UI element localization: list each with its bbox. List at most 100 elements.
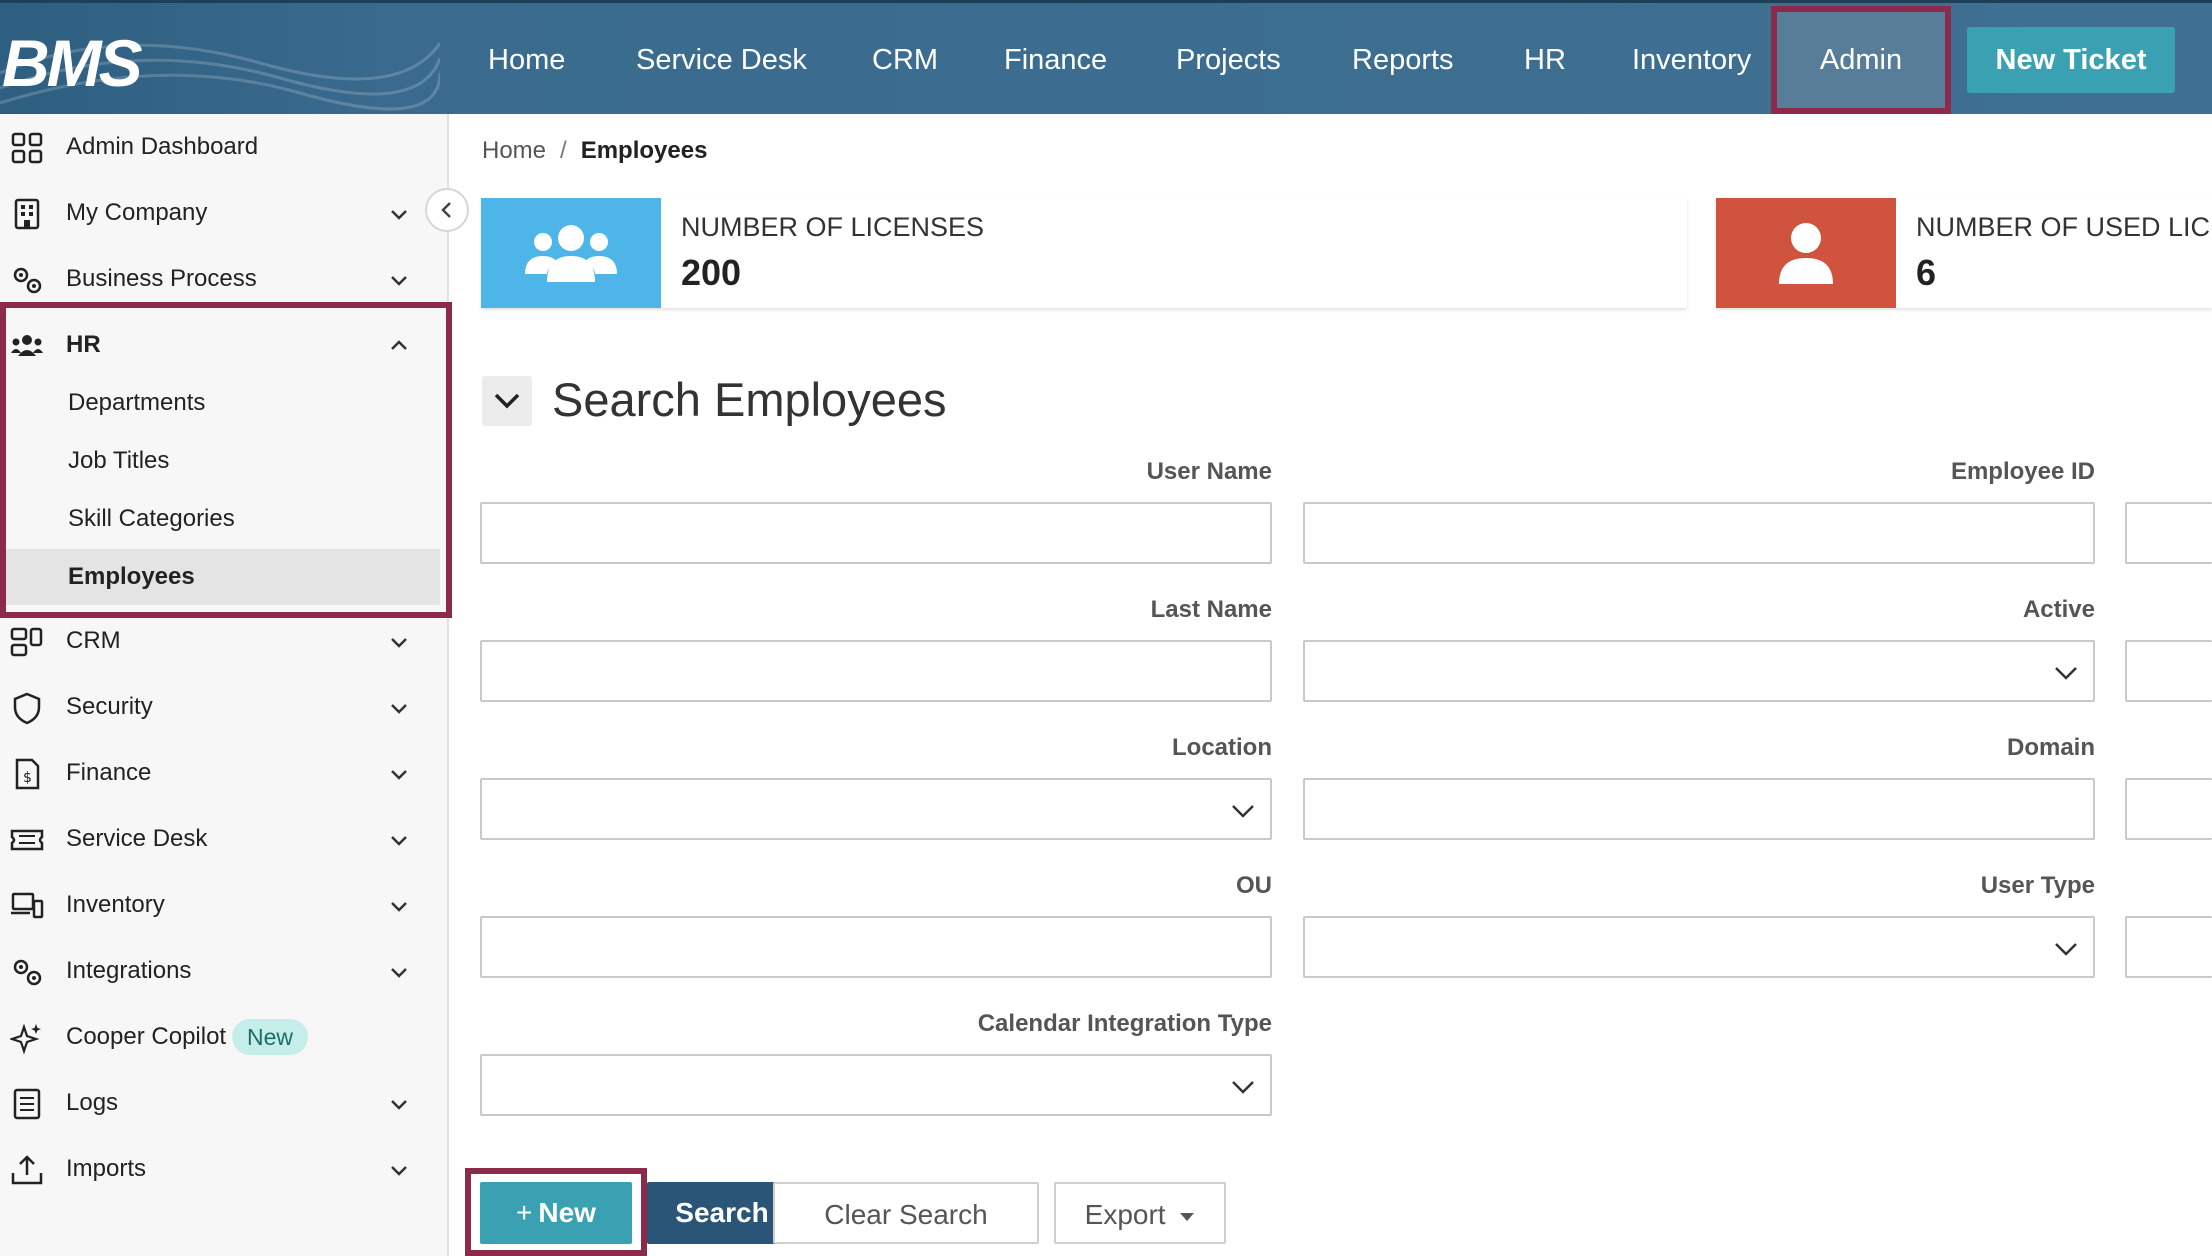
export-button[interactable]: Export [1054, 1182, 1226, 1244]
used-licenses-card: NUMBER OF USED LICE 6 [1716, 198, 2212, 308]
nav-projects[interactable]: Projects [1176, 3, 1281, 117]
chevron-down-icon [494, 393, 520, 409]
gears-icon [13, 959, 42, 986]
nav-inventory[interactable]: Inventory [1632, 3, 1751, 117]
sidebar-item-label: CRM [66, 627, 121, 654]
chevron-down-icon [391, 210, 407, 220]
sidebar-item-hr[interactable]: HR [0, 315, 449, 375]
location-label: Location [1172, 734, 1272, 761]
last-name-input[interactable] [480, 640, 1272, 702]
ou-input[interactable] [480, 916, 1272, 978]
clear-search-button[interactable]: Clear Search [773, 1182, 1039, 1244]
used-licenses-card-value: 6 [1916, 252, 1937, 293]
sidebar-item-finance[interactable]: $ Finance [0, 743, 449, 803]
sidebar-item-label: HR [66, 331, 101, 358]
active-label: Active [2022, 596, 2095, 623]
last-name-label: Last Name [1150, 596, 1272, 623]
sidebar-item-label: Cooper Copilot [66, 1023, 227, 1050]
user-name-label: User Name [1146, 458, 1272, 485]
chevron-down-icon [391, 638, 407, 648]
nav-reports[interactable]: Reports [1352, 3, 1454, 117]
sidebar-item-my-company[interactable]: My Company [0, 183, 449, 243]
sidebar-item-label: Service Desk [66, 825, 208, 852]
extra-column-input[interactable] [2125, 778, 2212, 840]
nav-admin[interactable]: Admin [1771, 6, 1951, 114]
new-ticket-button[interactable]: New Ticket [1967, 27, 2175, 93]
sidebar-subitem-label: Skill Categories [68, 505, 235, 532]
sidebar-collapse-button[interactable] [425, 188, 469, 232]
search-section-toggle[interactable] [482, 376, 532, 426]
chevron-down-icon [2055, 667, 2077, 680]
breadcrumb: Home / Employees [482, 137, 707, 165]
shield-icon [13, 692, 41, 725]
building-icon [14, 198, 40, 230]
employee-id-label: Employee ID [1950, 458, 2095, 485]
sidebar-item-logs[interactable]: Logs [0, 1073, 449, 1133]
log-icon [13, 1088, 41, 1120]
sidebar-item-integrations[interactable]: Integrations [0, 941, 449, 1001]
sidebar-item-label: My Company [66, 199, 208, 226]
breadcrumb-home[interactable]: Home [482, 137, 546, 164]
active-select[interactable] [1303, 640, 2095, 702]
invoice-icon: $ [15, 758, 40, 790]
gears-icon [13, 267, 42, 294]
sidebar-item-crm[interactable]: CRM [0, 611, 449, 671]
chevron-down-icon [391, 1100, 407, 1110]
caret-down-icon [1180, 1212, 1195, 1221]
chevron-down-icon [391, 704, 407, 714]
calendar-integration-type-select[interactable] [480, 1054, 1272, 1116]
nav-hr[interactable]: HR [1524, 3, 1566, 117]
licenses-card-title: NUMBER OF LICENSES [681, 212, 985, 242]
location-select[interactable] [480, 778, 1272, 840]
chevron-down-icon [1232, 1081, 1254, 1094]
calendar-integration-type-label: Calendar Integration Type [977, 1010, 1272, 1037]
chevron-down-icon [391, 770, 407, 780]
used-licenses-card-title: NUMBER OF USED LICE [1916, 212, 2212, 242]
crm-icon [10, 627, 43, 657]
app-logo[interactable]: BMS [2, 25, 143, 101]
sidebar-item-admin-dashboard[interactable]: Admin Dashboard [0, 117, 449, 177]
sidebar-item-label: Admin Dashboard [66, 133, 259, 160]
sidebar-item-employees[interactable]: Employees [0, 549, 440, 605]
sidebar-item-imports[interactable]: Imports [0, 1139, 449, 1199]
user-type-select[interactable] [1303, 916, 2095, 978]
nav-finance[interactable]: Finance [1004, 3, 1107, 117]
sidebar: Admin Dashboard My Company Business Proc… [0, 114, 449, 1256]
extra-column-input[interactable] [2125, 502, 2212, 564]
extra-column-input[interactable] [2125, 640, 2212, 702]
sidebar-item-departments[interactable]: Departments [0, 375, 440, 431]
chevron-down-icon [391, 902, 407, 912]
sidebar-subitem-label: Job Titles [68, 447, 170, 474]
breadcrumb-current: Employees [580, 137, 708, 164]
nav-service-desk[interactable]: Service Desk [636, 3, 807, 117]
sidebar-item-cooper-copilot[interactable]: Cooper Copilot [0, 1007, 449, 1067]
nav-crm[interactable]: CRM [872, 3, 938, 117]
sidebar-item-service-desk[interactable]: Service Desk [0, 809, 449, 869]
sidebar-item-security[interactable]: Security [0, 677, 449, 737]
licenses-card-value: 200 [681, 252, 742, 293]
ticket-icon [10, 829, 44, 851]
domain-input[interactable] [1303, 778, 2095, 840]
sidebar-item-job-titles[interactable]: Job Titles [0, 433, 440, 489]
chevron-down-icon [391, 1166, 407, 1176]
user-name-input[interactable] [480, 502, 1272, 564]
sparkle-icon [10, 1023, 41, 1055]
chevron-up-icon [391, 340, 407, 350]
licenses-card-icon-box [481, 198, 661, 308]
sidebar-item-business-process[interactable]: Business Process [0, 249, 449, 309]
employee-id-input[interactable] [1303, 502, 2095, 564]
sidebar-item-inventory[interactable]: Inventory [0, 875, 449, 935]
sidebar-item-skill-categories[interactable]: Skill Categories [0, 491, 440, 547]
sidebar-item-label: Imports [66, 1155, 147, 1182]
extra-column-input[interactable] [2125, 916, 2212, 978]
search-section-title: Search Employees [552, 373, 947, 426]
new-badge: New [232, 1019, 308, 1055]
sidebar-item-label: Inventory [66, 891, 165, 918]
user-type-label: User Type [1980, 872, 2095, 899]
used-licenses-card-icon-box [1716, 198, 1896, 308]
nav-home[interactable]: Home [488, 3, 565, 117]
chevron-left-icon [441, 202, 451, 218]
sidebar-item-label: Business Process [66, 265, 257, 292]
upload-icon [11, 1155, 43, 1185]
top-navbar: BMS Home Service Desk CRM Finance Projec… [0, 0, 2212, 114]
